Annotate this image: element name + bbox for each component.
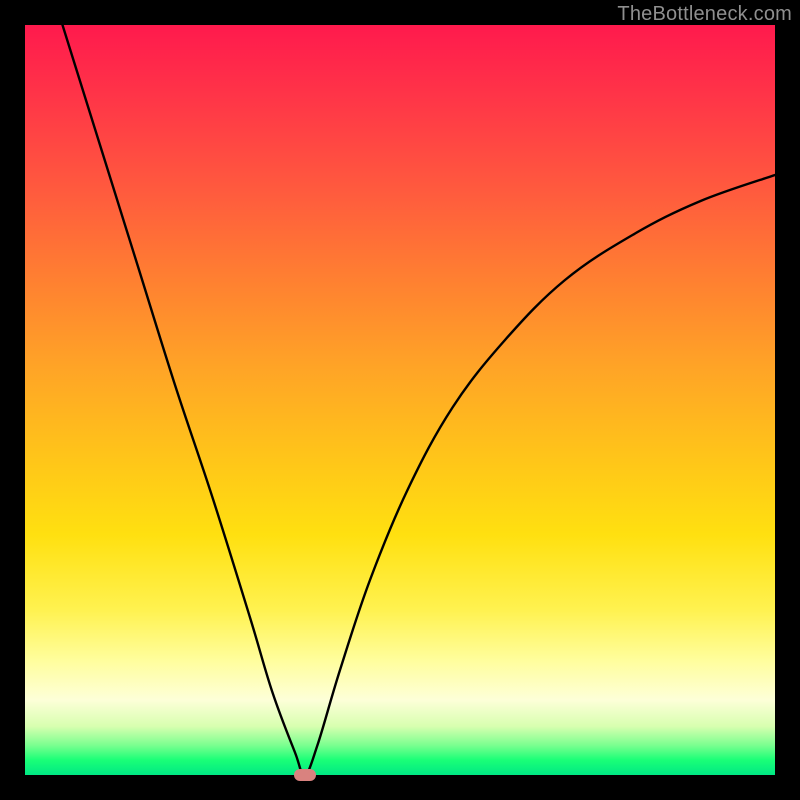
curve-svg bbox=[25, 25, 775, 775]
chart-stage: TheBottleneck.com bbox=[0, 0, 800, 800]
plot-area bbox=[25, 25, 775, 775]
watermark-text: TheBottleneck.com bbox=[617, 3, 792, 26]
minimum-marker bbox=[294, 769, 316, 781]
bottleneck-curve-path bbox=[63, 25, 776, 775]
